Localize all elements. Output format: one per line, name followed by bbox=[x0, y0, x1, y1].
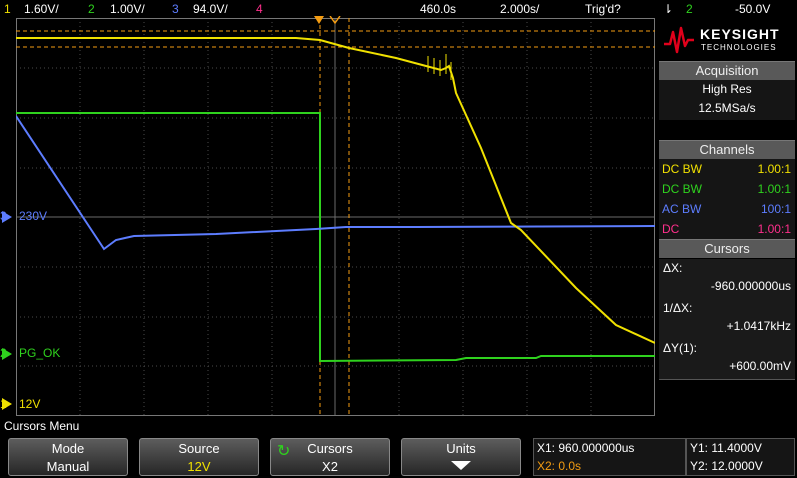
units-softkey[interactable]: Units bbox=[401, 438, 521, 476]
falling-edge-icon: ⇂ bbox=[663, 2, 674, 16]
ch4-number[interactable]: 4 bbox=[256, 0, 263, 18]
ch1-scale[interactable]: 1.60V/ bbox=[24, 0, 59, 18]
cursors-header[interactable]: Cursors bbox=[659, 239, 795, 258]
ch2-number[interactable]: 2 bbox=[88, 0, 95, 18]
y2-readout: Y2: 12.0000V bbox=[690, 459, 763, 473]
channel-row[interactable]: DC BW 1.00:1 bbox=[659, 159, 795, 179]
channels-header[interactable]: Channels bbox=[659, 140, 795, 159]
y-cursor-readout: Y1: 11.4000V Y2: 12.0000V bbox=[686, 438, 795, 476]
channel-row[interactable]: AC BW 100:1 bbox=[659, 199, 795, 219]
menu-title: Cursors Menu bbox=[4, 419, 80, 433]
channel-row[interactable]: DC BW 1.00:1 bbox=[659, 179, 795, 199]
rotate-knob-icon: ↻ bbox=[277, 443, 291, 460]
ch1-number[interactable]: 1 bbox=[4, 0, 11, 18]
ch2-scale[interactable]: 1.00V/ bbox=[110, 0, 145, 18]
brand-name: KEYSIGHT bbox=[700, 26, 780, 42]
y1-readout: Y1: 11.4000V bbox=[690, 441, 762, 455]
delta-x-readout: ΔX: -960.000000us bbox=[659, 259, 795, 300]
acquisition-header[interactable]: Acquisition bbox=[659, 61, 795, 80]
ch1-marker[interactable]: 1 bbox=[0, 397, 7, 411]
ch2-marker[interactable]: 2 bbox=[0, 346, 7, 360]
top-status-bar: 1 1.60V/ 2 1.00V/ 3 94.0V/ 4 460.0s 2.00… bbox=[0, 0, 797, 18]
ch1-label: 12V bbox=[19, 397, 41, 411]
x2-readout: X2: 0.0s bbox=[537, 459, 582, 473]
channel-row[interactable]: DC 1.00:1 bbox=[659, 219, 795, 239]
graticule bbox=[15, 18, 656, 416]
ch2-label: PG_OK bbox=[19, 346, 61, 360]
x-cursor-readout: X1: 960.000000us X2: 0.0s bbox=[533, 438, 686, 476]
trigger-level[interactable]: -50.0V bbox=[735, 0, 770, 18]
waveform-display[interactable] bbox=[15, 18, 656, 416]
inverse-delta-x-readout: 1/ΔX: +1.0417kHz bbox=[659, 299, 795, 340]
trigger-source[interactable]: 2 bbox=[686, 0, 693, 18]
source-softkey[interactable]: Source 12V bbox=[139, 438, 259, 476]
acquisition-mode: High Res bbox=[702, 82, 752, 96]
time-delay[interactable]: 460.0s bbox=[420, 0, 456, 18]
channels-panel: DC BW 1.00:1 DC BW 1.00:1 AC BW 100:1 DC 1.0… bbox=[659, 159, 795, 239]
arrow-down-icon bbox=[402, 458, 520, 476]
acquisition-panel: High Res 12.5MSa/s bbox=[659, 80, 795, 120]
sample-rate: 12.5MSa/s bbox=[698, 101, 756, 115]
ch3-label: 230V bbox=[19, 209, 48, 223]
delta-y-readout: ΔY(1): +600.00mV bbox=[659, 339, 795, 380]
mode-softkey[interactable]: Mode Manual bbox=[8, 438, 128, 476]
trigger-position-marker bbox=[314, 16, 341, 25]
ch3-number[interactable]: 3 bbox=[172, 0, 179, 18]
time-scale[interactable]: 2.000s/ bbox=[500, 0, 539, 18]
cursors-softkey[interactable]: ↻ Cursors X2 bbox=[270, 438, 390, 476]
trigger-status: Trig'd? bbox=[585, 2, 621, 16]
ch3-scale[interactable]: 94.0V/ bbox=[193, 0, 228, 18]
ch3-marker[interactable]: 3 bbox=[0, 209, 7, 223]
brand-subtitle: TECHNOLOGIES bbox=[701, 43, 777, 52]
x1-readout: X1: 960.000000us bbox=[537, 441, 635, 455]
